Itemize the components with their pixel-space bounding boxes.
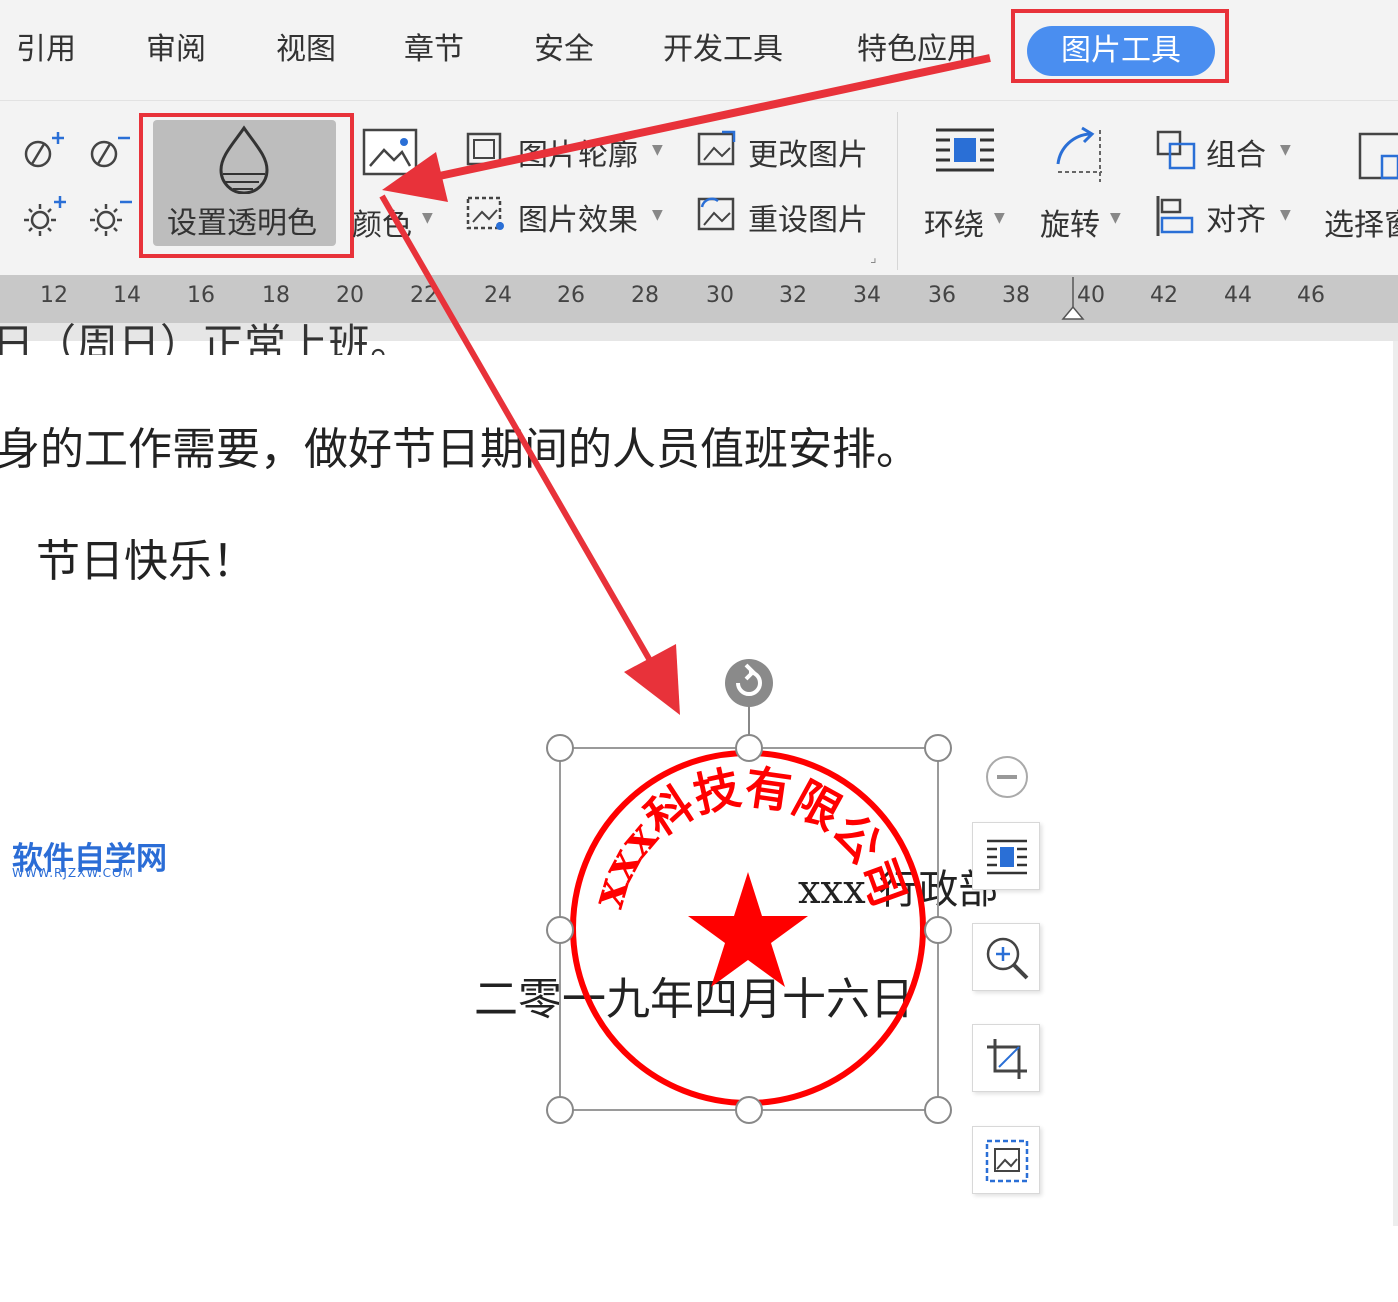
zoom-picture-button[interactable] (972, 923, 1040, 991)
picture-frame-button[interactable] (972, 1126, 1040, 1194)
tab-developer-tools[interactable]: 开发工具 (663, 26, 783, 74)
picture-frame-icon (985, 1139, 1029, 1183)
picture-effects-caret[interactable]: ▼ (652, 207, 663, 223)
resize-handle-bottom-left[interactable] (546, 1096, 574, 1124)
ruler-tick: 28 (631, 283, 659, 308)
crop-button[interactable] (972, 1024, 1040, 1092)
tab-security[interactable]: 安全 (534, 26, 594, 74)
decrease-brightness-icon[interactable] (86, 192, 138, 240)
group-caret[interactable]: ▼ (1280, 142, 1291, 158)
wrap-label[interactable]: 环绕 (924, 200, 984, 244)
seal-star-icon (688, 872, 808, 987)
ruler-tick: 44 (1224, 283, 1252, 308)
resize-handle-right[interactable] (924, 916, 952, 944)
ruler-tick: 26 (557, 283, 585, 308)
tab-special-apps[interactable]: 特色应用 (857, 26, 977, 74)
change-picture-label[interactable]: 更改图片 (748, 130, 868, 174)
partial-line-clip: 日（周日）正常上班。 (0, 311, 560, 355)
tab-view[interactable]: 视图 (276, 26, 336, 74)
picture-group-launcher-icon[interactable]: ⌟ (870, 250, 877, 266)
tab-highlight-box (1011, 9, 1229, 83)
doc-paragraph-line: 身的工作需要，做好节日期间的人员值班安排。 (0, 424, 920, 475)
picture-border-caret[interactable]: ▼ (652, 142, 663, 158)
picture-border-icon[interactable] (464, 130, 508, 170)
ruler-tick: 24 (484, 283, 512, 308)
ruler-tick: 42 (1150, 283, 1178, 308)
ruler-tick: 22 (410, 283, 438, 308)
ruler-tick: 30 (706, 283, 734, 308)
collapse-toolbar-icon[interactable] (984, 754, 1030, 800)
wrap-text-icon[interactable] (932, 124, 998, 182)
transparent-button-highlight-box (139, 113, 354, 258)
selection-pane-clip: 选择窗 (1324, 198, 1398, 242)
resize-handle-top[interactable] (735, 734, 763, 762)
ribbon-separator (897, 112, 898, 270)
ruler-tick: 46 (1297, 283, 1325, 308)
ruler-tick: 38 (1002, 283, 1030, 308)
rotate-caret[interactable]: ▼ (1110, 210, 1121, 226)
change-picture-icon[interactable] (696, 128, 740, 170)
color-dropdown-caret[interactable]: ▼ (422, 210, 433, 226)
watermark-url: WWW.RJZXW.COM (12, 866, 134, 880)
tab-chapter[interactable]: 章节 (404, 26, 464, 74)
resize-handle-top-left[interactable] (546, 734, 574, 762)
tab-references[interactable]: 引用 (16, 26, 76, 74)
company-seal-image[interactable]: xxx科技有限公司 (540, 650, 960, 1140)
ruler-tick: 32 (779, 283, 807, 308)
resize-handle-bottom[interactable] (735, 1096, 763, 1124)
reset-picture-icon[interactable] (696, 193, 740, 235)
picture-effects-label[interactable]: 图片效果 (518, 195, 638, 239)
ruler-tick: 14 (113, 283, 141, 308)
page-edge (1393, 341, 1398, 1226)
color-picture-icon[interactable] (360, 124, 422, 180)
ruler-tick: 12 (40, 283, 68, 308)
group-icon[interactable] (1154, 128, 1200, 172)
rotate-icon[interactable] (1052, 124, 1116, 184)
selection-pane-label[interactable]: 选择窗 (1324, 200, 1398, 242)
picture-border-label[interactable]: 图片轮廓 (518, 130, 638, 174)
right-indent-marker-icon[interactable] (1060, 275, 1086, 323)
layout-options-button[interactable] (972, 822, 1040, 890)
zoom-in-icon (986, 937, 1029, 980)
color-label[interactable]: 颜色 (352, 200, 412, 244)
rotate-handle-icon[interactable] (725, 659, 773, 707)
ruler-tick: 16 (187, 283, 215, 308)
resize-handle-top-right[interactable] (924, 734, 952, 762)
wrap-layout-icon (987, 839, 1027, 875)
align-label[interactable]: 对齐 (1206, 195, 1266, 239)
doc-greeting: 节日快乐！ (36, 536, 256, 587)
ruler-tick: 36 (928, 283, 956, 308)
align-icon[interactable] (1154, 194, 1200, 238)
selection-pane-icon[interactable] (1356, 126, 1398, 186)
menu-tab-bar: 引用 审阅 视图 章节 安全 开发工具 特色应用 图片工具 (0, 0, 1398, 100)
rotate-label[interactable]: 旋转 (1040, 200, 1100, 244)
ruler-tick: 20 (336, 283, 364, 308)
ruler-tick: 18 (262, 283, 290, 308)
resize-handle-bottom-right[interactable] (924, 1096, 952, 1124)
increase-brightness-icon[interactable] (20, 192, 72, 240)
increase-contrast-icon[interactable] (20, 126, 72, 174)
tab-review[interactable]: 审阅 (146, 26, 206, 74)
resize-handle-left[interactable] (546, 916, 574, 944)
ruler-tick: 34 (853, 283, 881, 308)
reset-picture-label[interactable]: 重设图片 (748, 195, 868, 239)
wrap-caret[interactable]: ▼ (994, 210, 1005, 226)
doc-partial-line: 日（周日）正常上班。 (0, 320, 413, 355)
picture-effects-icon[interactable] (464, 194, 508, 234)
crop-icon (987, 1039, 1027, 1079)
align-caret[interactable]: ▼ (1280, 207, 1291, 223)
decrease-contrast-icon[interactable] (86, 126, 138, 174)
group-label[interactable]: 组合 (1206, 130, 1266, 174)
